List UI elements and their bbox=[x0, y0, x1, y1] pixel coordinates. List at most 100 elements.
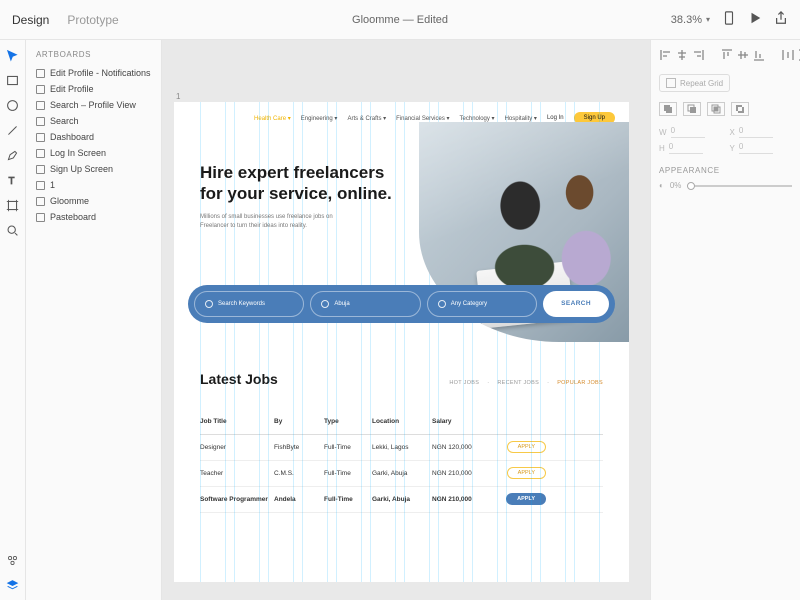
pen-tool-icon[interactable] bbox=[6, 148, 20, 162]
artboard-item[interactable]: Gloomme bbox=[26, 193, 161, 209]
repeat-grid-button[interactable]: Repeat Grid bbox=[659, 74, 730, 92]
chevron-down-icon: ▾ bbox=[706, 15, 710, 24]
artboard-icon bbox=[36, 85, 45, 94]
search-button[interactable]: SEARCH bbox=[543, 291, 609, 317]
width-field[interactable]: W0 bbox=[659, 126, 722, 138]
play-icon[interactable] bbox=[748, 11, 762, 28]
zoom-value: 38.3% bbox=[671, 14, 702, 26]
document-title: Gloomme — Edited bbox=[352, 14, 448, 26]
location-icon bbox=[321, 300, 329, 308]
apply-button[interactable]: APPLY bbox=[507, 467, 546, 479]
inspector-panel: Repeat Grid W0 X0 H0 Y0 APPEARANCE ◐ 0% bbox=[650, 40, 800, 600]
align-center-h-icon[interactable] bbox=[675, 49, 688, 62]
login-link[interactable]: Log In bbox=[547, 115, 564, 121]
align-top-icon[interactable] bbox=[720, 49, 733, 62]
zoom-control[interactable]: 38.3% ▾ bbox=[671, 14, 710, 26]
line-tool-icon[interactable] bbox=[6, 123, 20, 137]
jobs-table: Job TitleByTypeLocationSalary DesignerFi… bbox=[200, 409, 603, 513]
artboard-item[interactable]: Edit Profile bbox=[26, 81, 161, 97]
artboards-panel-title: ARTBOARDS bbox=[26, 46, 161, 65]
artboard-item[interactable]: Search bbox=[26, 113, 161, 129]
jobs-heading: Latest Jobs bbox=[200, 371, 278, 387]
topbar-mode-tabs: Design Prototype bbox=[12, 13, 119, 27]
jobs-tab[interactable]: RECENT JOBS bbox=[497, 380, 539, 386]
op-exclude-icon[interactable] bbox=[731, 102, 749, 116]
distribute-h-icon[interactable] bbox=[781, 49, 794, 62]
height-field[interactable]: H0 bbox=[659, 142, 722, 154]
tab-prototype[interactable]: Prototype bbox=[67, 13, 118, 27]
table-row: Software ProgrammerAndelaFull-TimeGarki,… bbox=[200, 487, 603, 513]
nav-link[interactable]: Hospitality ▾ bbox=[505, 115, 537, 122]
search-bar: Search Keywords Abuja Any Category SEARC… bbox=[188, 285, 615, 323]
artboard-icon bbox=[36, 213, 45, 222]
artboard-item[interactable]: Dashboard bbox=[26, 129, 161, 145]
device-preview-icon[interactable] bbox=[722, 11, 736, 28]
table-header: Job TitleByTypeLocationSalary bbox=[200, 409, 603, 435]
op-subtract-icon[interactable] bbox=[683, 102, 701, 116]
nav-link[interactable]: Engineering ▾ bbox=[301, 115, 338, 122]
opacity-value: 0% bbox=[670, 181, 682, 190]
svg-text:T: T bbox=[8, 175, 14, 186]
appearance-title: APPEARANCE bbox=[659, 166, 792, 175]
op-intersect-icon[interactable] bbox=[707, 102, 725, 116]
assets-icon[interactable] bbox=[6, 553, 20, 567]
table-row: DesignerFishByteFull-TimeLekki, LagosNGN… bbox=[200, 435, 603, 461]
align-left-icon[interactable] bbox=[659, 49, 672, 62]
nav-link[interactable]: Technology ▾ bbox=[460, 115, 495, 122]
jobs-tab[interactable]: POPULAR JOBS bbox=[557, 380, 603, 386]
align-right-icon[interactable] bbox=[691, 49, 704, 62]
artboard-icon bbox=[36, 101, 45, 110]
align-center-v-icon[interactable] bbox=[736, 49, 749, 62]
artboard-icon bbox=[36, 117, 45, 126]
artboard-icon bbox=[36, 197, 45, 206]
text-tool-icon[interactable]: T bbox=[6, 173, 20, 187]
select-tool-icon[interactable] bbox=[6, 48, 20, 62]
artboard-item[interactable]: Pasteboard bbox=[26, 209, 161, 225]
artboard-icon bbox=[36, 181, 45, 190]
zoom-tool-icon[interactable] bbox=[6, 223, 20, 237]
ellipse-tool-icon[interactable] bbox=[6, 98, 20, 112]
jobs-section: Latest Jobs HOT JOBS · RECENT JOBS · POP… bbox=[174, 323, 629, 513]
artboard-item[interactable]: Search – Profile View bbox=[26, 97, 161, 113]
artboard[interactable]: Health Care ▾ Engineering ▾ Arts & Craft… bbox=[174, 102, 629, 582]
layers-icon[interactable] bbox=[6, 578, 20, 592]
apply-button[interactable]: APPLY bbox=[506, 493, 546, 505]
align-bottom-icon[interactable] bbox=[752, 49, 765, 62]
x-field[interactable]: X0 bbox=[730, 126, 793, 138]
share-icon[interactable] bbox=[774, 11, 788, 28]
apply-button[interactable]: APPLY bbox=[507, 441, 546, 453]
artboard-label[interactable]: 1 bbox=[176, 92, 180, 101]
artboard-tool-icon[interactable] bbox=[6, 198, 20, 212]
left-toolbar: T bbox=[0, 40, 26, 600]
dimension-fields: W0 X0 H0 Y0 bbox=[659, 126, 792, 154]
jobs-tab[interactable]: HOT JOBS bbox=[449, 380, 479, 386]
canvas[interactable]: 1 Health Care ▾ Engineering ▾ Arts bbox=[162, 40, 650, 600]
hero: Hire expert freelancers for your service… bbox=[174, 134, 629, 251]
nav-link[interactable]: Arts & Crafts ▾ bbox=[347, 115, 386, 122]
artboard-item[interactable]: Edit Profile - Notifications bbox=[26, 65, 161, 81]
y-field[interactable]: Y0 bbox=[730, 142, 793, 154]
boolean-ops bbox=[659, 102, 792, 116]
alignment-controls bbox=[659, 48, 792, 68]
artboard-item[interactable]: Log In Screen bbox=[26, 145, 161, 161]
jobs-tabs: HOT JOBS · RECENT JOBS · POPULAR JOBS bbox=[449, 380, 603, 386]
nav-link[interactable]: Financial Services ▾ bbox=[396, 115, 449, 122]
repeat-grid-icon bbox=[666, 78, 676, 88]
artboard-icon bbox=[36, 69, 45, 78]
search-keywords-input[interactable]: Search Keywords bbox=[194, 291, 304, 317]
app-topbar: Design Prototype Gloomme — Edited 38.3% … bbox=[0, 0, 800, 40]
search-category-input[interactable]: Any Category bbox=[427, 291, 537, 317]
rectangle-tool-icon[interactable] bbox=[6, 73, 20, 87]
hero-subtitle: Millions of small businesses use freelan… bbox=[200, 213, 360, 231]
opacity-control[interactable]: ◐ 0% bbox=[659, 181, 792, 190]
artboard-item[interactable]: 1 bbox=[26, 177, 161, 193]
search-location-input[interactable]: Abuja bbox=[310, 291, 420, 317]
tab-design[interactable]: Design bbox=[12, 13, 49, 27]
op-add-icon[interactable] bbox=[659, 102, 677, 116]
search-icon bbox=[205, 300, 213, 308]
artboard-icon bbox=[36, 149, 45, 158]
artboard-icon bbox=[36, 165, 45, 174]
opacity-icon: ◐ bbox=[659, 181, 664, 190]
nav-link[interactable]: Health Care ▾ bbox=[254, 115, 291, 122]
artboard-item[interactable]: Sign Up Screen bbox=[26, 161, 161, 177]
